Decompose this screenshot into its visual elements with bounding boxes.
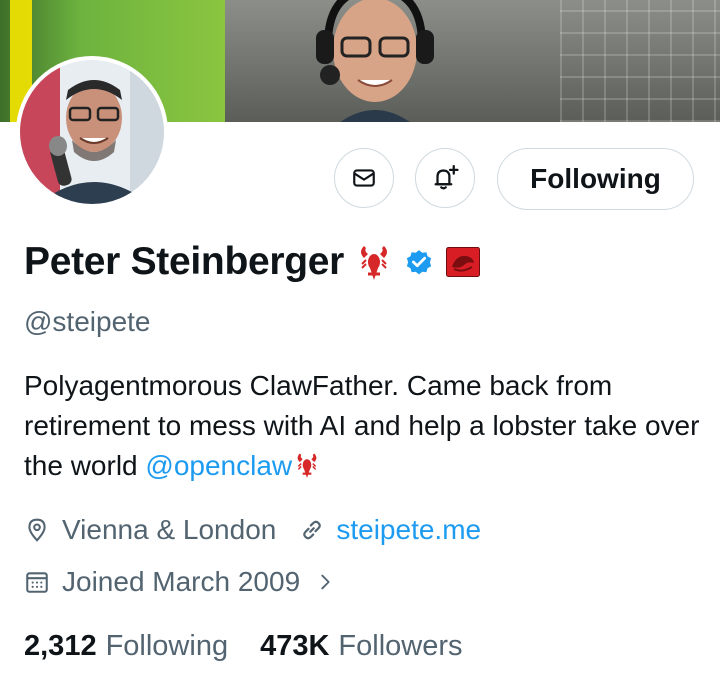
calendar-icon <box>26 572 48 593</box>
profile-handle: @steipete <box>24 306 151 337</box>
notifications-button[interactable] <box>415 148 475 208</box>
envelope-icon <box>353 169 375 187</box>
followers-stat[interactable]: 473K Followers <box>260 630 462 663</box>
following-label: Following <box>105 629 229 662</box>
following-button[interactable]: Following <box>497 148 694 210</box>
lobster-emoji <box>297 453 317 478</box>
profile-joined-row[interactable]: Joined March 2009 <box>24 562 336 602</box>
following-count: 2,312 <box>24 629 97 662</box>
profile-location: Vienna & London <box>62 514 277 545</box>
message-button[interactable] <box>334 148 394 208</box>
following-button-label: Following <box>530 163 661 194</box>
profile-actions: Following <box>0 148 720 210</box>
map-pin-icon <box>28 518 46 542</box>
following-stat[interactable]: 2,312 Following <box>24 630 228 663</box>
profile-website-link[interactable]: steipete.me <box>336 514 481 546</box>
banner-person-image <box>316 0 434 122</box>
bell-plus-icon <box>434 165 459 190</box>
profile-meta-row: Vienna & London steipete.me <box>24 510 481 550</box>
followers-count: 473K <box>260 629 330 662</box>
lobster-emoji <box>361 246 388 280</box>
followers-label: Followers <box>338 629 463 662</box>
banner-window-grid <box>560 0 720 122</box>
profile-bio: Polyagentmorous ClawFather. Came back fr… <box>24 366 704 486</box>
display-name: Peter Steinberger <box>24 240 345 283</box>
profile-stats: 2,312 Following 473K Followers <box>24 624 463 668</box>
bio-mention-link[interactable]: @openclaw <box>145 450 292 481</box>
chevron-right-icon[interactable] <box>314 569 336 595</box>
link-icon <box>303 520 322 540</box>
profile-joined-date: Joined March 2009 <box>62 566 301 597</box>
bio-text: Polyagentmorous ClawFather. Came back fr… <box>24 370 700 481</box>
profile-name-row: Peter Steinberger <box>24 232 481 292</box>
affiliate-badge[interactable] <box>446 247 481 277</box>
verified-badge-icon[interactable] <box>404 247 434 277</box>
